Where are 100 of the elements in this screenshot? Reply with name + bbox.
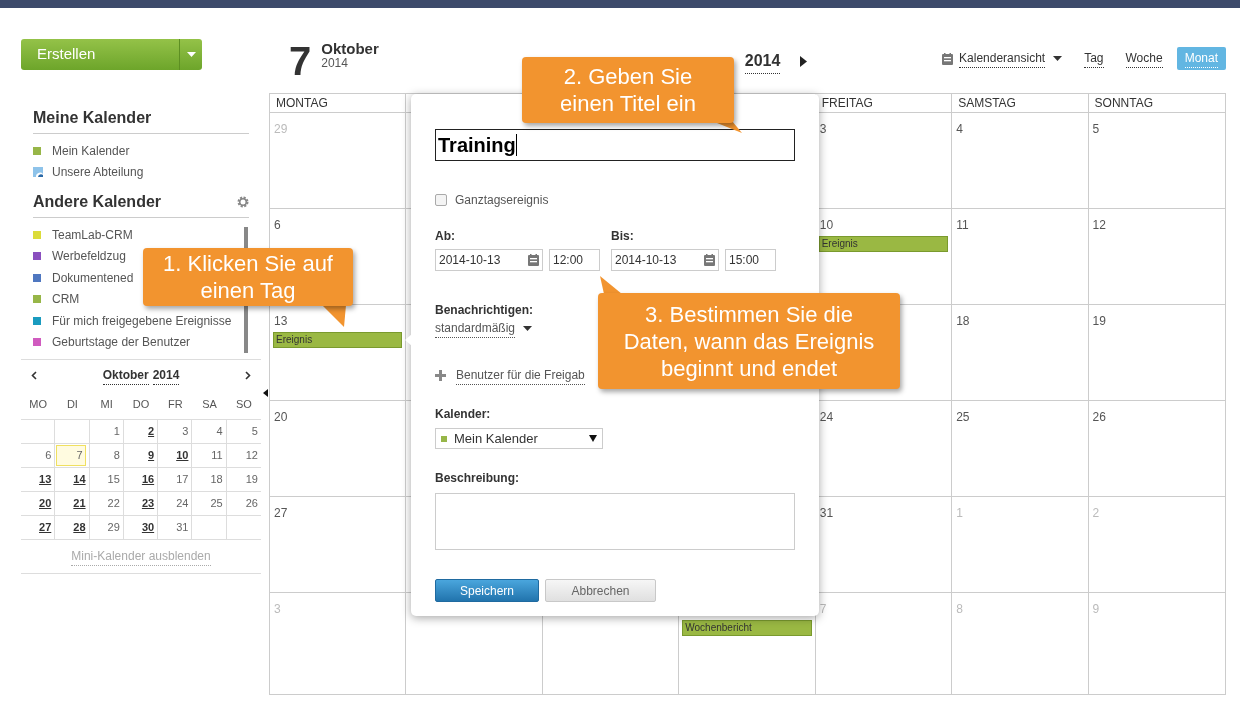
field-label: Benachrichtigen: xyxy=(435,302,533,319)
mini-calendar-day[interactable]: 3 xyxy=(182,423,189,440)
weekday-label: DO xyxy=(131,397,151,413)
calendar-name[interactable]: Dokumentened xyxy=(52,268,134,287)
calendar-name[interactable]: Unsere Abteilung xyxy=(52,163,144,182)
previous-icon[interactable] xyxy=(31,370,37,380)
event-bar[interactable]: Wochenbericht xyxy=(682,620,812,636)
mini-calendar-day[interactable]: 6 xyxy=(45,447,52,464)
date-field[interactable]: 2014-10-13 xyxy=(435,249,543,271)
caret-icon xyxy=(523,326,533,331)
calendar-icon[interactable] xyxy=(704,254,715,266)
month-title[interactable]: 2014 xyxy=(744,49,781,74)
mini-calendar-day[interactable]: 22 xyxy=(107,495,120,512)
plus-icon[interactable] xyxy=(435,370,446,381)
mini-calendar-day[interactable]: 7 xyxy=(55,445,86,466)
mini-calendar-day[interactable]: 18 xyxy=(210,471,223,488)
caret-icon xyxy=(186,52,196,57)
month-link[interactable]: Oktober xyxy=(102,365,149,385)
mini-calendar-day[interactable]: 9 xyxy=(148,447,155,464)
day-number[interactable]: 10 xyxy=(819,218,834,232)
day-number[interactable]: 4 xyxy=(956,122,963,136)
field-label: Kalender: xyxy=(435,406,492,423)
mini-calendar-day[interactable]: 30 xyxy=(141,519,155,536)
weekday-label: FR xyxy=(166,397,184,413)
mini-calendar-day[interactable]: 12 xyxy=(245,447,258,464)
day-number[interactable]: 24 xyxy=(819,410,834,424)
next-icon[interactable] xyxy=(800,56,808,67)
mini-calendar-day[interactable]: 26 xyxy=(245,495,258,512)
year-label: 2014 xyxy=(321,57,349,70)
save-button[interactable]: Speichern xyxy=(435,579,539,602)
mini-calendar-day[interactable]: 21 xyxy=(73,495,86,512)
mini-calendar-day[interactable]: 31 xyxy=(176,519,189,536)
day-number[interactable]: 26 xyxy=(1092,410,1106,424)
notify-dropdown[interactable]: standardmäßig xyxy=(435,319,533,338)
mini-calendar-day[interactable]: 24 xyxy=(176,495,189,512)
caret-icon xyxy=(589,435,597,442)
day-number[interactable]: 20 xyxy=(274,410,288,424)
mini-calendar-day[interactable]: 10 xyxy=(176,447,189,464)
calendar-icon[interactable] xyxy=(528,254,539,266)
checkbox-label: Ganztagsereignis xyxy=(455,192,549,209)
day-number[interactable]: 19 xyxy=(1092,314,1106,328)
mini-calendar-day[interactable]: 28 xyxy=(73,519,86,536)
calendar-name[interactable]: Für mich freigegebene Ereignisse xyxy=(52,311,232,330)
time-field[interactable]: 15:00 xyxy=(725,249,776,271)
day-number[interactable]: 3 xyxy=(819,122,827,136)
mini-calendar-day[interactable]: 13 xyxy=(39,471,52,488)
date-field[interactable]: 2014-10-13 xyxy=(611,249,719,271)
mini-calendar-day[interactable]: 25 xyxy=(210,495,223,512)
settings-icon[interactable] xyxy=(237,196,249,208)
mini-calendar-day[interactable]: 29 xyxy=(107,519,120,536)
title-input[interactable]: Training xyxy=(435,129,795,161)
event-bar[interactable]: Ereignis xyxy=(273,332,403,348)
calendar-name[interactable]: Mein Kalender xyxy=(52,141,130,160)
day-number[interactable]: 5 xyxy=(1092,122,1100,136)
view-dropdown[interactable]: Kalenderansicht xyxy=(959,49,1046,68)
mini-calendar-day[interactable]: 16 xyxy=(141,471,155,488)
calendar-name[interactable]: Werbefeldzug xyxy=(52,247,126,266)
weekday-header: MONTAG xyxy=(276,95,328,112)
mini-calendar-day[interactable]: 17 xyxy=(176,471,189,488)
mini-calendar-day[interactable]: 20 xyxy=(39,495,52,512)
time-field[interactable]: 12:00 xyxy=(549,249,600,271)
view-tab[interactable]: Woche xyxy=(1117,47,1171,70)
day-number[interactable]: 13 xyxy=(274,314,288,328)
mini-calendar-day[interactable]: 27 xyxy=(39,519,52,536)
day-number-large: 7 xyxy=(289,41,312,81)
mini-calendar-day[interactable]: 8 xyxy=(113,447,120,464)
view-tab[interactable]: Tag xyxy=(1076,47,1112,70)
mini-calendar-day[interactable]: 4 xyxy=(216,423,223,440)
day-number[interactable]: 11 xyxy=(956,218,969,232)
mini-calendar-day[interactable]: 14 xyxy=(73,471,86,488)
checkbox[interactable] xyxy=(435,194,447,206)
mini-calendar-day[interactable]: 15 xyxy=(107,471,120,488)
weekday-label: MI xyxy=(99,397,114,413)
calendar-name[interactable]: CRM xyxy=(52,290,80,309)
day-number[interactable]: 31 xyxy=(819,506,834,520)
calendar-name[interactable]: TeamLab-CRM xyxy=(52,225,133,244)
day-number[interactable]: 25 xyxy=(956,410,970,424)
mini-calendar-day[interactable]: 11 xyxy=(211,447,223,464)
weekday-header: SAMSTAG xyxy=(958,95,1016,112)
mini-calendar-day[interactable]: 1 xyxy=(113,423,120,440)
day-number[interactable]: 12 xyxy=(1092,218,1106,232)
year-link[interactable]: 2014 xyxy=(152,365,180,385)
day-number[interactable]: 27 xyxy=(274,506,288,520)
callout: 3. Bestimmen Sie die Daten, wann das Ereignis beginnt und endet xyxy=(598,293,900,389)
calendar-select[interactable]: Mein Kalender xyxy=(435,428,603,449)
calendar-icon[interactable] xyxy=(942,52,954,65)
mini-calendar-day[interactable]: 23 xyxy=(141,495,155,512)
section-title: Andere Kalender xyxy=(33,192,162,212)
day-number[interactable]: 6 xyxy=(274,218,281,232)
share-link[interactable]: Benutzer für die Freigab xyxy=(456,366,585,385)
event-bar[interactable]: Ereignis xyxy=(818,236,949,252)
next-icon[interactable] xyxy=(245,370,251,380)
callout: 1. Klicken Sie auf einen Tag xyxy=(143,248,353,306)
day-number[interactable]: 18 xyxy=(956,314,970,328)
mini-calendar-day[interactable]: 19 xyxy=(245,471,258,488)
mini-calendar-day[interactable]: 5 xyxy=(251,423,258,440)
mini-calendar-day[interactable]: 2 xyxy=(148,423,155,440)
calendar-name[interactable]: Geburtstage der Benutzer xyxy=(52,333,191,352)
cancel-button[interactable]: Abbrechen xyxy=(545,579,656,602)
collapse-icon[interactable] xyxy=(263,389,268,397)
